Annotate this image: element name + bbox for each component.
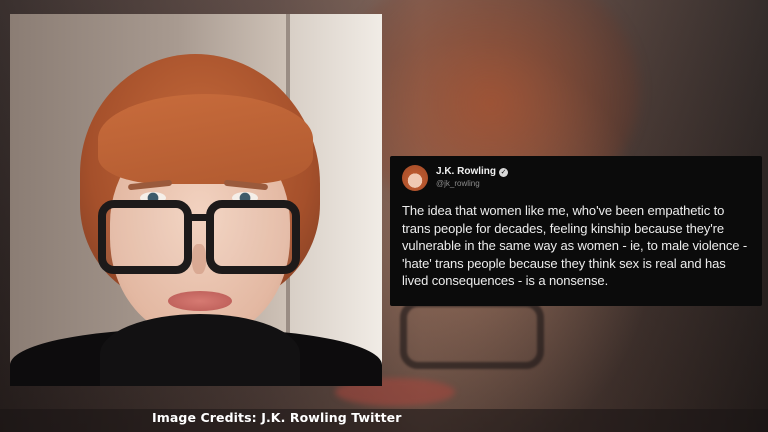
nose bbox=[192, 244, 206, 274]
portrait-photo bbox=[10, 14, 382, 386]
tweet-handle[interactable]: @jk_rowling bbox=[436, 178, 508, 190]
glasses-bridge bbox=[188, 214, 210, 221]
tweet-display-name[interactable]: J.K. Rowling bbox=[436, 166, 496, 178]
verified-badge-icon: ✓ bbox=[499, 167, 508, 177]
tweet-header: J.K. Rowling ✓ @jk_rowling bbox=[402, 164, 752, 192]
hair-fringe bbox=[98, 94, 313, 184]
news-thumbnail: J.K. Rowling ✓ @jk_rowling The idea that… bbox=[0, 0, 768, 432]
avatar[interactable] bbox=[402, 165, 428, 191]
tweet-card: J.K. Rowling ✓ @jk_rowling The idea that… bbox=[390, 156, 762, 306]
tweet-text: The idea that women like me, who've been… bbox=[402, 203, 748, 288]
background-blurred-glasses bbox=[400, 300, 544, 369]
tweet-name-row: J.K. Rowling ✓ bbox=[436, 166, 508, 178]
turtleneck bbox=[100, 314, 300, 386]
lips bbox=[168, 291, 232, 311]
right-glasses-lens bbox=[206, 200, 300, 274]
image-credit-caption: Image Credits: J.K. Rowling Twitter bbox=[152, 410, 402, 425]
tweet-author: J.K. Rowling ✓ @jk_rowling bbox=[436, 166, 508, 190]
left-glasses-lens bbox=[98, 200, 192, 274]
